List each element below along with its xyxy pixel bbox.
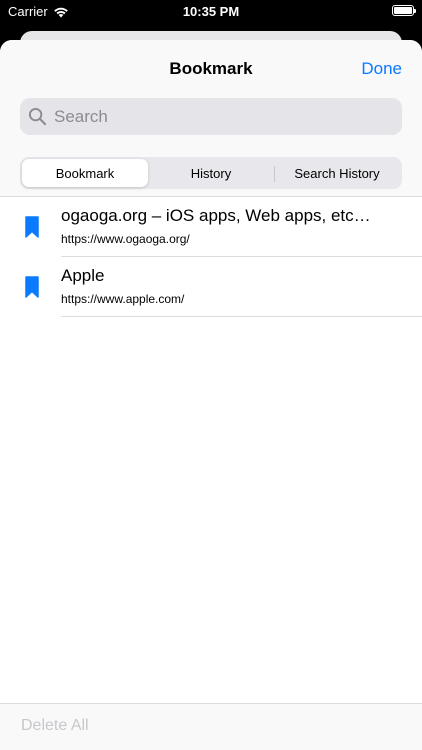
bookmark-title: Apple [61,266,105,285]
status-time: 10:35 PM [182,4,240,19]
bookmark-sheet: Bookmark Done BookmarkHistorySearch Hist… [0,40,422,750]
segmented-control: Bookmark History Search History [20,157,402,189]
segment-search-history[interactable]: Search History [274,159,400,187]
bottom-toolbar: Delete All [0,703,422,750]
segment-bookmark[interactable]: Bookmark [22,159,148,187]
bookmark-icon [25,276,39,298]
bookmark-list: ogaoga.org – iOS apps, Web apps, etc… htt… [0,197,422,317]
done-button[interactable]: Done [361,59,402,79]
list-item[interactable]: ogaoga.org – iOS apps, Web apps, etc… htt… [0,197,422,257]
row-divider [61,316,422,317]
battery-fill [394,7,412,14]
sheet-header: Bookmark Done BookmarkHistorySearch Hist… [0,40,422,197]
search-field[interactable] [20,98,402,135]
page-title: Bookmark [169,59,253,78]
bookmark-url: https://www.ogaoga.org/ [61,232,190,246]
bookmark-title: ogaoga.org – iOS apps, Web apps, etc… [61,206,371,225]
bookmark-icon [25,216,39,238]
bookmark-url: https://www.apple.com/ [61,292,185,306]
list-item[interactable]: Apple https://www.apple.com/ [0,257,422,317]
delete-all-button[interactable]: Delete All [21,717,89,735]
search-input[interactable] [52,105,386,128]
status-bar: Carrier 10:35 PM [0,0,422,24]
segment-history[interactable]: History [148,159,274,187]
search-icon [28,107,47,126]
battery-icon [392,5,416,16]
